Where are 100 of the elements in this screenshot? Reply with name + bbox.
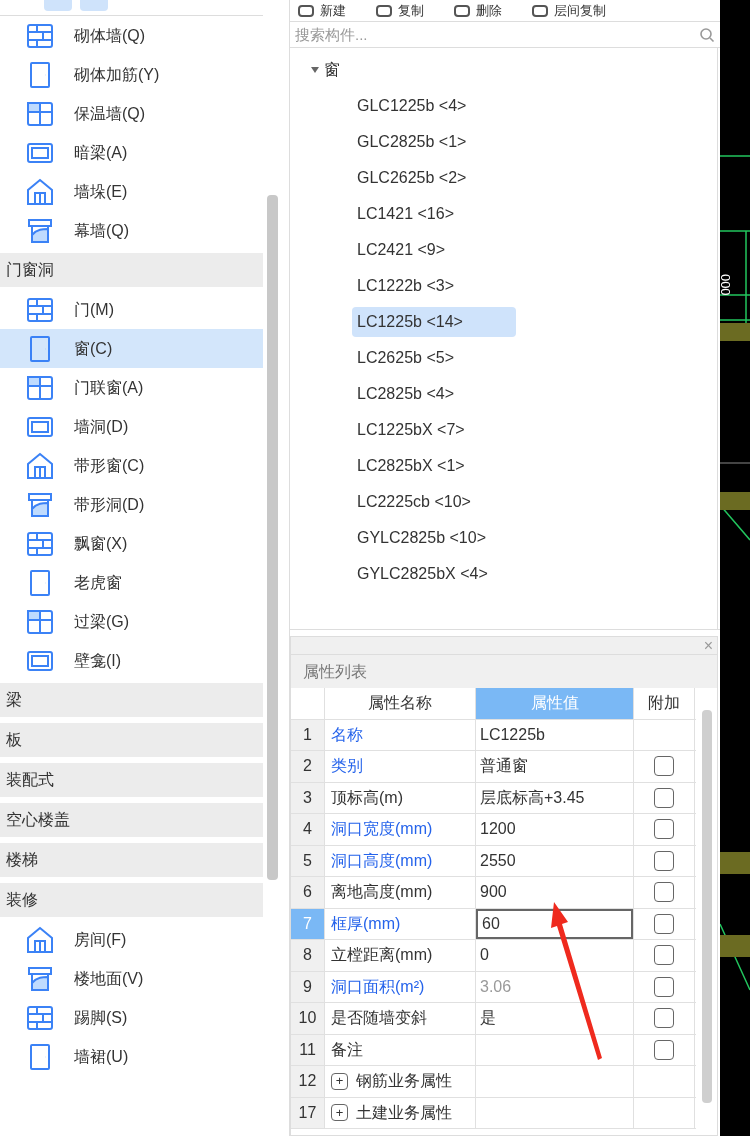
- property-value[interactable]: 普通窗: [476, 751, 633, 782]
- category-header[interactable]: 楼梯: [0, 843, 264, 877]
- property-value[interactable]: LC1225b: [476, 719, 633, 750]
- row-number[interactable]: 4: [291, 814, 325, 845]
- component-type-item[interactable]: 带形洞(D): [0, 485, 264, 524]
- row-number[interactable]: 11: [291, 1034, 325, 1065]
- component-type-item[interactable]: 墙垛(E): [0, 172, 264, 211]
- component-type-item[interactable]: 砌体墙(Q): [0, 16, 264, 55]
- component-type-item[interactable]: 幕墙(Q): [0, 211, 264, 250]
- property-name: 是否随墙变斜: [325, 1003, 476, 1034]
- checkbox[interactable]: [654, 787, 674, 808]
- tree-item[interactable]: GYLC2825bX <4>: [352, 559, 493, 589]
- checkbox[interactable]: [654, 945, 674, 966]
- component-type-item[interactable]: 老虎窗: [0, 563, 264, 602]
- scrollbar[interactable]: [267, 195, 279, 880]
- search-icon[interactable]: [699, 26, 715, 43]
- row-number[interactable]: 6: [291, 877, 325, 908]
- scrollbar[interactable]: [702, 710, 712, 1103]
- component-icon: [25, 373, 55, 402]
- panel-title: 属性列表: [302, 661, 368, 682]
- property-name: 洞口面积(m²): [325, 971, 476, 1002]
- category-header[interactable]: 装配式: [0, 763, 264, 797]
- tree-item[interactable]: LC1222b <3>: [352, 271, 459, 301]
- toolbar-button[interactable]: 新建: [298, 2, 346, 19]
- tree-node[interactable]: 窗: [324, 58, 340, 82]
- component-type-item[interactable]: 门(M): [0, 290, 264, 329]
- toolbar-button[interactable]: 复制: [376, 2, 424, 19]
- property-name: 立樘距离(mm): [325, 940, 476, 971]
- row-number[interactable]: 8: [291, 940, 325, 971]
- tree-item[interactable]: GLC2625b <2>: [352, 163, 472, 193]
- category-header[interactable]: 门窗洞: [0, 253, 264, 287]
- component-type-item[interactable]: 楼地面(V): [0, 959, 264, 998]
- checkbox[interactable]: [654, 882, 674, 903]
- property-value[interactable]: 1200: [476, 814, 633, 845]
- tree-item[interactable]: GLC1225b <4>: [352, 91, 472, 121]
- property-name: 框厚(mm): [325, 908, 476, 939]
- component-type-item[interactable]: 门联窗(A): [0, 368, 264, 407]
- property-name: 离地高度(mm): [325, 877, 476, 908]
- checkbox[interactable]: [654, 756, 674, 777]
- tree-item[interactable]: LC2625b <5>: [352, 343, 459, 373]
- component-icon: [25, 529, 55, 558]
- tree-item[interactable]: LC2225cb <10>: [352, 487, 476, 517]
- component-type-item[interactable]: 窗(C): [0, 329, 264, 368]
- tree-item[interactable]: LC1421 <16>: [352, 199, 459, 229]
- tree-item[interactable]: GYLC2825b <10>: [352, 523, 491, 553]
- row-number[interactable]: 1: [291, 719, 325, 750]
- component-icon: [25, 607, 55, 636]
- row-number[interactable]: 17: [291, 1097, 325, 1128]
- property-name: 类别: [325, 751, 476, 782]
- tree-item[interactable]: LC1225bX <7>: [352, 415, 470, 445]
- property-value[interactable]: 是: [476, 1003, 633, 1034]
- category-header[interactable]: 板: [0, 723, 264, 757]
- component-icon: [25, 451, 55, 480]
- toolbar-button[interactable]: 层间复制: [532, 2, 606, 19]
- expand-toggle[interactable]: +: [331, 1072, 348, 1090]
- tree-item[interactable]: LC2825bX <1>: [352, 451, 470, 481]
- component-type-item[interactable]: 壁龛(I): [0, 641, 264, 680]
- checkbox[interactable]: [654, 913, 674, 934]
- property-value[interactable]: 2550: [476, 845, 633, 876]
- component-type-item[interactable]: 暗梁(A): [0, 133, 264, 172]
- property-value[interactable]: 0: [476, 940, 633, 971]
- tree-item[interactable]: LC1225b <14>: [352, 307, 516, 337]
- component-icon: [25, 21, 55, 50]
- category-header[interactable]: 梁: [0, 683, 264, 717]
- row-number[interactable]: 2: [291, 751, 325, 782]
- property-value[interactable]: 900: [476, 877, 633, 908]
- category-header[interactable]: 空心楼盖: [0, 803, 264, 837]
- checkbox[interactable]: [654, 850, 674, 871]
- component-type-item[interactable]: 带形窗(C): [0, 446, 264, 485]
- checkbox[interactable]: [654, 1039, 674, 1060]
- row-number[interactable]: 10: [291, 1003, 325, 1034]
- search-field[interactable]: 搜索构件...: [295, 22, 699, 47]
- component-type-item[interactable]: 保温墙(Q): [0, 94, 264, 133]
- property-value[interactable]: 60: [476, 908, 633, 939]
- property-value[interactable]: 层底标高+3.45: [476, 782, 633, 813]
- expand-toggle[interactable]: +: [331, 1104, 348, 1122]
- component-type-item[interactable]: 墙洞(D): [0, 407, 264, 446]
- component-type-item[interactable]: 踢脚(S): [0, 998, 264, 1037]
- row-number[interactable]: 3: [291, 782, 325, 813]
- cad-canvas[interactable]: 000: [720, 0, 750, 1136]
- tree-item[interactable]: LC2825b <4>: [352, 379, 459, 409]
- row-number[interactable]: 5: [291, 845, 325, 876]
- component-icon: [25, 295, 55, 324]
- cad-label: 000: [720, 273, 734, 296]
- row-number[interactable]: 12: [291, 1066, 325, 1097]
- component-type-item[interactable]: 房间(F): [0, 920, 264, 959]
- tree-item[interactable]: LC2421 <9>: [352, 235, 451, 265]
- component-type-item[interactable]: 飘窗(X): [0, 524, 264, 563]
- component-type-item[interactable]: 砌体加筋(Y): [0, 55, 264, 94]
- checkbox[interactable]: [654, 819, 674, 840]
- component-icon: [25, 1003, 55, 1032]
- toolbar-button[interactable]: 删除: [454, 2, 502, 19]
- column-header[interactable]: 附加: [634, 688, 695, 719]
- checkbox[interactable]: [654, 1008, 674, 1029]
- component-type-item[interactable]: 过梁(G): [0, 602, 264, 641]
- category-header[interactable]: 装修: [0, 883, 264, 917]
- tree-item[interactable]: GLC2825b <1>: [352, 127, 472, 157]
- property-group-name: 钢筋业务属性: [356, 1071, 452, 1092]
- expand-caret-icon[interactable]: [310, 66, 320, 74]
- component-type-item[interactable]: 墙裙(U): [0, 1037, 264, 1076]
